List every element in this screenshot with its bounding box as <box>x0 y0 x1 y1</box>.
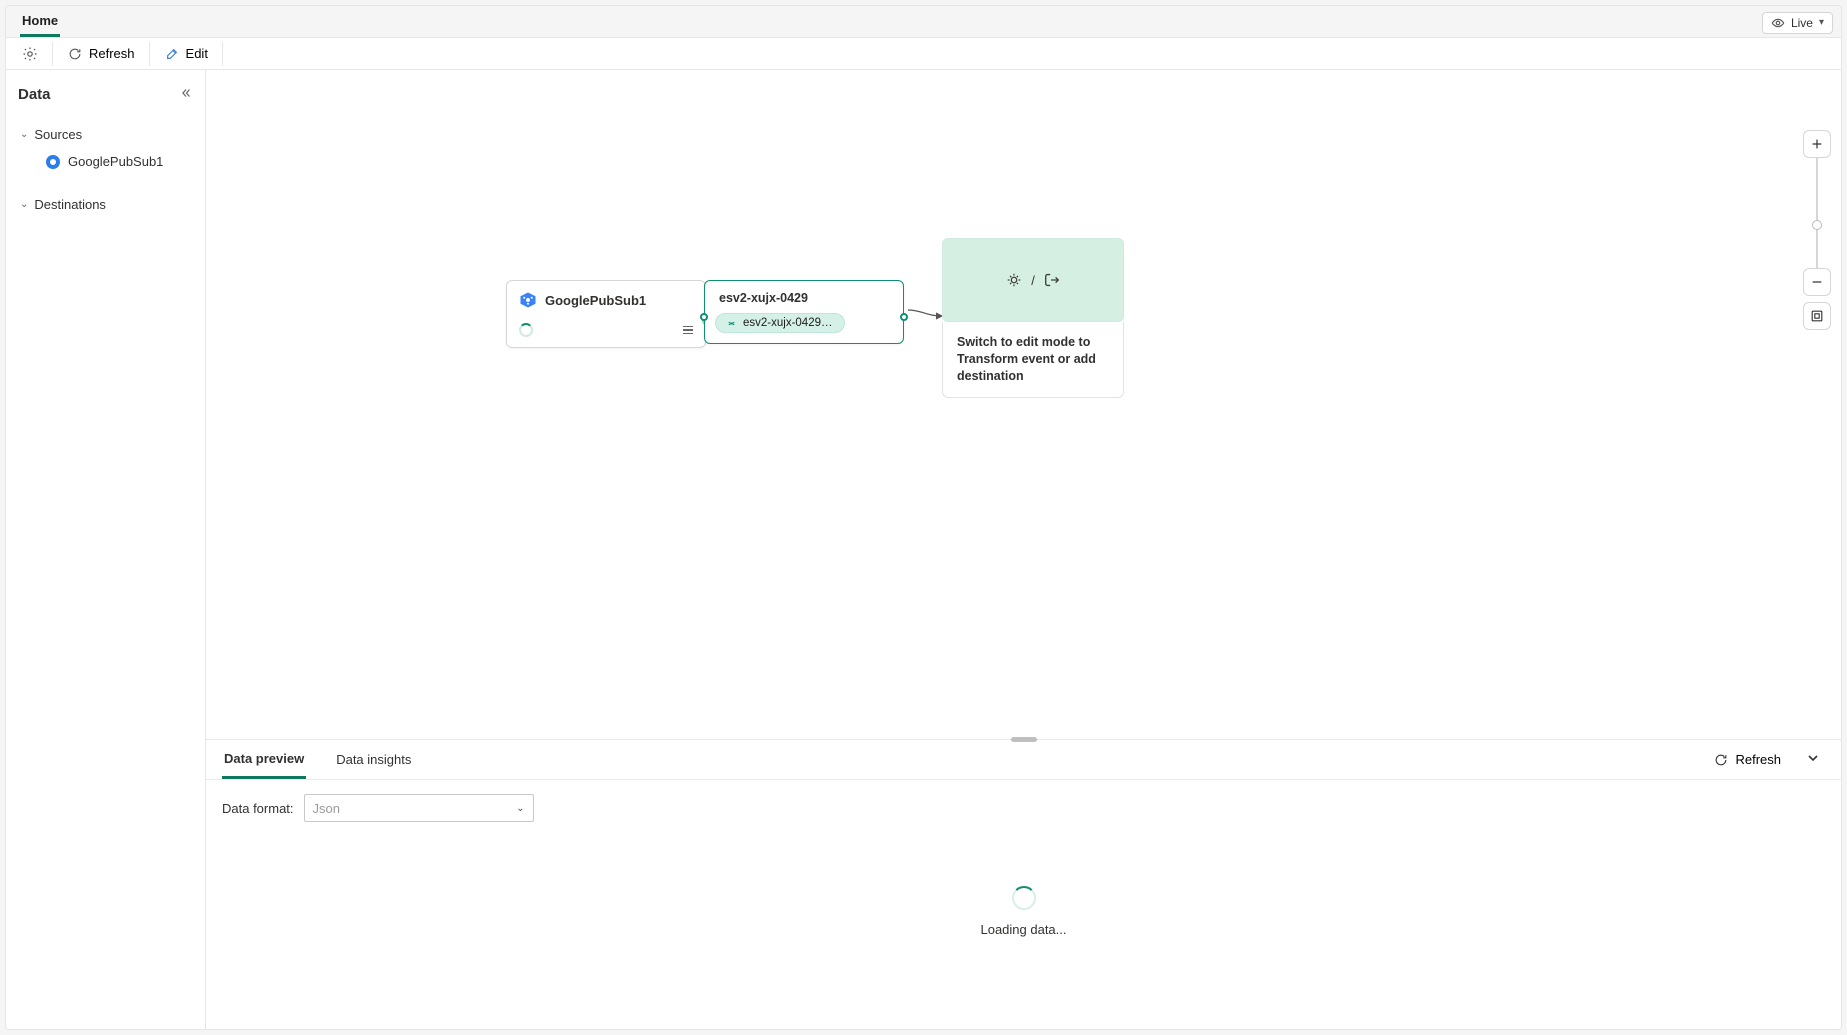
data-format-value: Json <box>313 801 340 816</box>
zoom-in-button[interactable] <box>1803 130 1831 158</box>
separator <box>52 42 53 66</box>
sidebar-sources-toggle[interactable]: ⌄ Sources <box>18 121 193 148</box>
chevron-down-icon: ▾ <box>1819 17 1824 28</box>
tab-data-preview[interactable]: Data preview <box>222 741 306 779</box>
bottom-refresh-button[interactable]: Refresh <box>1705 748 1789 772</box>
refresh-icon <box>1713 752 1729 768</box>
sidebar-destinations-label: Destinations <box>34 197 106 212</box>
node-source[interactable]: GooglePubSub1 <box>506 280 706 348</box>
node-stream[interactable]: esv2-xujx-0429 esv2-xujx-0429-str... <box>704 280 904 344</box>
fit-view-button[interactable] <box>1803 302 1831 330</box>
sidebar-sources-section: ⌄ Sources GooglePubSub1 <box>14 117 197 179</box>
sidebar-sources-label: Sources <box>34 127 82 142</box>
chevron-double-left-icon <box>179 86 193 100</box>
chevron-down-icon: ⌄ <box>20 199 28 210</box>
loading-spinner-icon <box>1012 886 1036 910</box>
fit-icon <box>1810 309 1824 323</box>
panel-collapse-button[interactable] <box>1801 746 1825 773</box>
dest-placeholder-head: / <box>942 238 1124 322</box>
sidebar-title: Data <box>18 86 51 103</box>
loading-area: Loading data... <box>206 836 1841 1029</box>
sidebar-destinations-toggle[interactable]: ⌄ Destinations <box>18 191 193 218</box>
zoom-out-button[interactable] <box>1803 268 1831 296</box>
plus-icon <box>1810 137 1824 151</box>
sidebar: Data ⌄ Sources GooglePubSub1 ⌄ Destin <box>6 70 206 1029</box>
node-stream-title: esv2-xujx-0429 <box>715 291 893 305</box>
node-stream-chip-label: esv2-xujx-0429-str... <box>743 317 834 329</box>
sidebar-source-item-label: GooglePubSub1 <box>68 154 163 169</box>
node-menu-icon[interactable] <box>683 326 693 335</box>
toolbar: Refresh Edit <box>6 38 1841 70</box>
tab-data-insights[interactable]: Data insights <box>334 742 413 777</box>
node-output-port[interactable] <box>900 313 908 321</box>
zoom-slider-track[interactable] <box>1816 158 1818 268</box>
panel-resize-grip[interactable] <box>1011 737 1037 742</box>
eye-icon <box>1771 16 1785 30</box>
dest-placeholder-text: Switch to edit mode to Transform event o… <box>942 322 1124 398</box>
top-tabbar: Home Live ▾ <box>6 6 1841 38</box>
view-mode-dropdown[interactable]: Live ▾ <box>1762 12 1833 34</box>
node-source-title: GooglePubSub1 <box>545 293 646 308</box>
loading-spinner-icon <box>519 323 533 337</box>
zoom-slider-thumb[interactable] <box>1812 220 1822 230</box>
edit-icon <box>164 46 180 62</box>
tab-home[interactable]: Home <box>20 7 60 37</box>
transform-icon <box>1005 271 1023 289</box>
canvas[interactable]: GooglePubSub1 <box>206 70 1841 739</box>
refresh-icon <box>67 46 83 62</box>
edit-button[interactable]: Edit <box>156 42 216 66</box>
minus-icon <box>1810 275 1824 289</box>
bottom-refresh-label: Refresh <box>1735 752 1781 767</box>
node-input-port[interactable] <box>700 313 708 321</box>
data-format-select[interactable]: Json ⌄ <box>304 794 534 822</box>
stream-icon <box>726 318 737 329</box>
pubsub-icon <box>46 155 60 169</box>
refresh-label: Refresh <box>89 46 135 61</box>
edit-label: Edit <box>186 46 208 61</box>
sidebar-collapse-button[interactable] <box>179 86 193 103</box>
settings-button[interactable] <box>14 42 46 66</box>
data-format-label: Data format: <box>222 801 294 816</box>
slash: / <box>1031 273 1035 288</box>
bottom-tablist: Data preview Data insights Refresh <box>206 740 1841 780</box>
node-destination-placeholder[interactable]: / Switch to edit mode to Transform event… <box>942 238 1124 398</box>
top-tabs: Home <box>20 8 60 37</box>
separator <box>222 42 223 66</box>
export-icon <box>1043 271 1061 289</box>
main-panel: GooglePubSub1 <box>206 70 1841 1029</box>
zoom-controls <box>1803 130 1831 330</box>
chevron-down-icon <box>1805 750 1821 766</box>
sidebar-destinations-section: ⌄ Destinations <box>14 187 197 222</box>
view-mode-label: Live <box>1791 16 1813 30</box>
loading-text: Loading data... <box>980 922 1066 937</box>
bottom-panel: Data preview Data insights Refresh <box>206 739 1841 1029</box>
node-stream-chip[interactable]: esv2-xujx-0429-str... <box>715 313 845 333</box>
chevron-down-icon: ⌄ <box>20 129 28 140</box>
data-format-row: Data format: Json ⌄ <box>206 780 1841 836</box>
sidebar-source-item[interactable]: GooglePubSub1 <box>18 148 193 175</box>
gear-icon <box>22 46 38 62</box>
pubsub-icon <box>519 291 537 309</box>
chevron-down-icon: ⌄ <box>516 803 524 814</box>
refresh-button[interactable]: Refresh <box>59 42 143 66</box>
separator <box>149 42 150 66</box>
